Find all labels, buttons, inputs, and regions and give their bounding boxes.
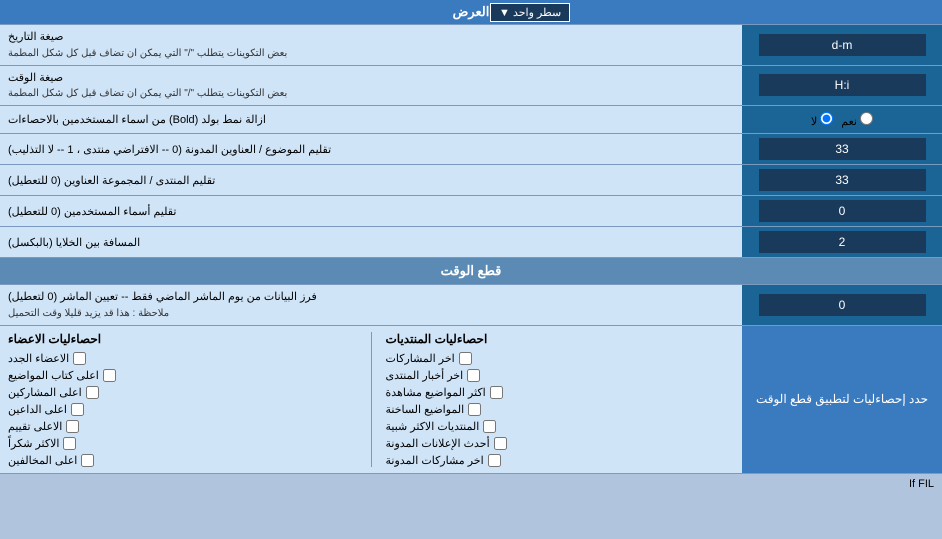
header-title: العرض [453,4,490,20]
date-format-row: صيغة التاريخ بعض التكوينات يتطلب "/" الت… [0,25,942,66]
checkbox-col2-3[interactable] [71,403,84,416]
date-format-main-label: صيغة التاريخ [8,29,63,46]
col-divider [371,332,372,467]
checkbox-item-4: المنتديات الاكثر شبية [386,420,497,433]
cell-spacing-label: المسافة بين الخلايا (بالبكسل) [0,227,742,257]
checkbox-col1-3[interactable] [468,403,481,416]
date-format-input[interactable] [759,34,926,56]
member-stats-header: احصاءليات الاعضاء [8,332,101,346]
checkbox-col1-1[interactable] [467,369,480,382]
checkbox-item-0: اخر المشاركات [386,352,476,365]
radio-no[interactable] [820,112,833,125]
checkbox-col1-6[interactable] [488,454,501,467]
checkbox-col2-6[interactable] [81,454,94,467]
user-trim-input-cell [742,196,942,226]
checkbox-col2-2[interactable] [86,386,99,399]
radio-yes[interactable] [860,112,873,125]
cell-spacing-row: المسافة بين الخلايا (بالبكسل) [0,227,942,258]
time-cut-row: فرز البيانات من يوم الماشر الماضي فقط --… [0,285,942,326]
checkbox-col2-1[interactable] [103,369,116,382]
checkbox-col1-2[interactable] [490,386,503,399]
checkboxes-section: حدد إحصاءليات لتطبيق قطع الوقت احصاءليات… [0,326,942,474]
forum-trim-label: تقليم المنتدى / المجموعة العناوين (0 للت… [0,165,742,195]
time-format-input-cell [742,66,942,106]
bold-remove-input-cell: نعم لا [742,106,942,133]
checkbox-item-m0: الاعضاء الجدد [8,352,86,365]
checkbox-item-1: اخر أخبار المنتدى [386,369,481,382]
bold-radio-group: نعم لا [811,112,873,128]
checkbox-item-3: المواضيع الساخنة [386,403,482,416]
time-format-input[interactable] [759,74,926,96]
user-trim-label: تقليم أسماء المستخدمين (0 للتعطيل) [0,196,742,226]
cell-spacing-input-cell [742,227,942,257]
member-stats-col: احصاءليات الاعضاء الاعضاء الجدد اعلى كتا… [8,332,357,467]
dropdown-button[interactable]: سطر واحد ▼ [490,3,570,22]
forum-trim-row: تقليم المنتدى / المجموعة العناوين (0 للت… [0,165,942,196]
radio-no-label[interactable]: لا [811,112,833,128]
time-format-main-label: صيغة الوقت [8,70,63,87]
checkbox-col1-0[interactable] [459,352,472,365]
time-format-label: صيغة الوقت بعض التكوينات يتطلب "/" التي … [0,66,742,106]
user-trim-row: تقليم أسماء المستخدمين (0 للتعطيل) [0,196,942,227]
checkbox-columns: احصاءليات المنتديات اخر المشاركات اخر أخ… [0,326,742,473]
date-format-input-cell [742,25,942,65]
apply-label-cell: حدد إحصاءليات لتطبيق قطع الوقت [742,326,942,473]
checkbox-col2-0[interactable] [73,352,86,365]
title-order-input-cell [742,134,942,164]
time-format-row: صيغة الوقت بعض التكوينات يتطلب "/" التي … [0,66,942,107]
title-order-input[interactable] [759,138,926,160]
dropdown-label: سطر واحد [513,7,561,19]
forum-stats-header: احصاءليات المنتديات [386,332,488,346]
main-header: العرض سطر واحد ▼ [0,0,942,25]
checkbox-item-m4: الاعلى تقييم [8,420,79,433]
time-cut-label: فرز البيانات من يوم الماشر الماضي فقط --… [0,285,742,325]
checkbox-col1-5[interactable] [494,437,507,450]
forum-trim-input-cell [742,165,942,195]
time-cut-input[interactable] [759,294,926,316]
title-order-row: تقليم الموضوع / العناوين المدونة (0 -- ا… [0,134,942,165]
bold-remove-label: ازالة نمط بولد (Bold) من اسماء المستخدمي… [0,106,742,133]
forum-stats-col: احصاءليات المنتديات اخر المشاركات اخر أخ… [386,332,735,467]
checkbox-item-m6: اعلى المخالفين [8,454,94,467]
checkbox-item-m5: الاكثر شكراً [8,437,76,450]
date-format-sub-label: بعض التكوينات يتطلب "/" التي يمكن ان تضا… [8,46,287,61]
radio-yes-label[interactable]: نعم [841,112,873,128]
forum-trim-input[interactable] [759,169,926,191]
checkbox-item-5: أحدث الإعلانات المدونة [386,437,507,450]
time-cut-sub-label: ملاحظة : هذا قد يزيد قليلا وقت التحميل [8,306,169,321]
checkbox-item-2: اكثر المواضيع مشاهدة [386,386,503,399]
checkbox-item-m3: اعلى الداعين [8,403,84,416]
cell-spacing-input[interactable] [759,231,926,253]
checkbox-item-6: اخر مشاركات المدونة [386,454,501,467]
time-cut-header: قطع الوقت [0,258,942,285]
time-format-sub-label: بعض التكوينات يتطلب "/" التي يمكن ان تضا… [8,86,287,101]
if-fil-text: If FIL [909,478,934,490]
user-trim-input[interactable] [759,200,926,222]
checkbox-col1-4[interactable] [483,420,496,433]
checkbox-col2-4[interactable] [66,420,79,433]
bold-remove-row: نعم لا ازالة نمط بولد (Bold) من اسماء ال… [0,106,942,134]
time-cut-main-label: فرز البيانات من يوم الماشر الماضي فقط --… [8,289,317,306]
if-fil-bar: If FIL [0,474,942,494]
date-format-label: صيغة التاريخ بعض التكوينات يتطلب "/" الت… [0,25,742,65]
checkbox-item-m2: اعلى المشاركين [8,386,99,399]
checkbox-col2-5[interactable] [63,437,76,450]
main-container: العرض سطر واحد ▼ صيغة التاريخ بعض التكوي… [0,0,942,494]
checkbox-item-m1: اعلى كتاب المواضيع [8,369,116,382]
time-cut-input-cell [742,285,942,325]
title-order-label: تقليم الموضوع / العناوين المدونة (0 -- ا… [0,134,742,164]
